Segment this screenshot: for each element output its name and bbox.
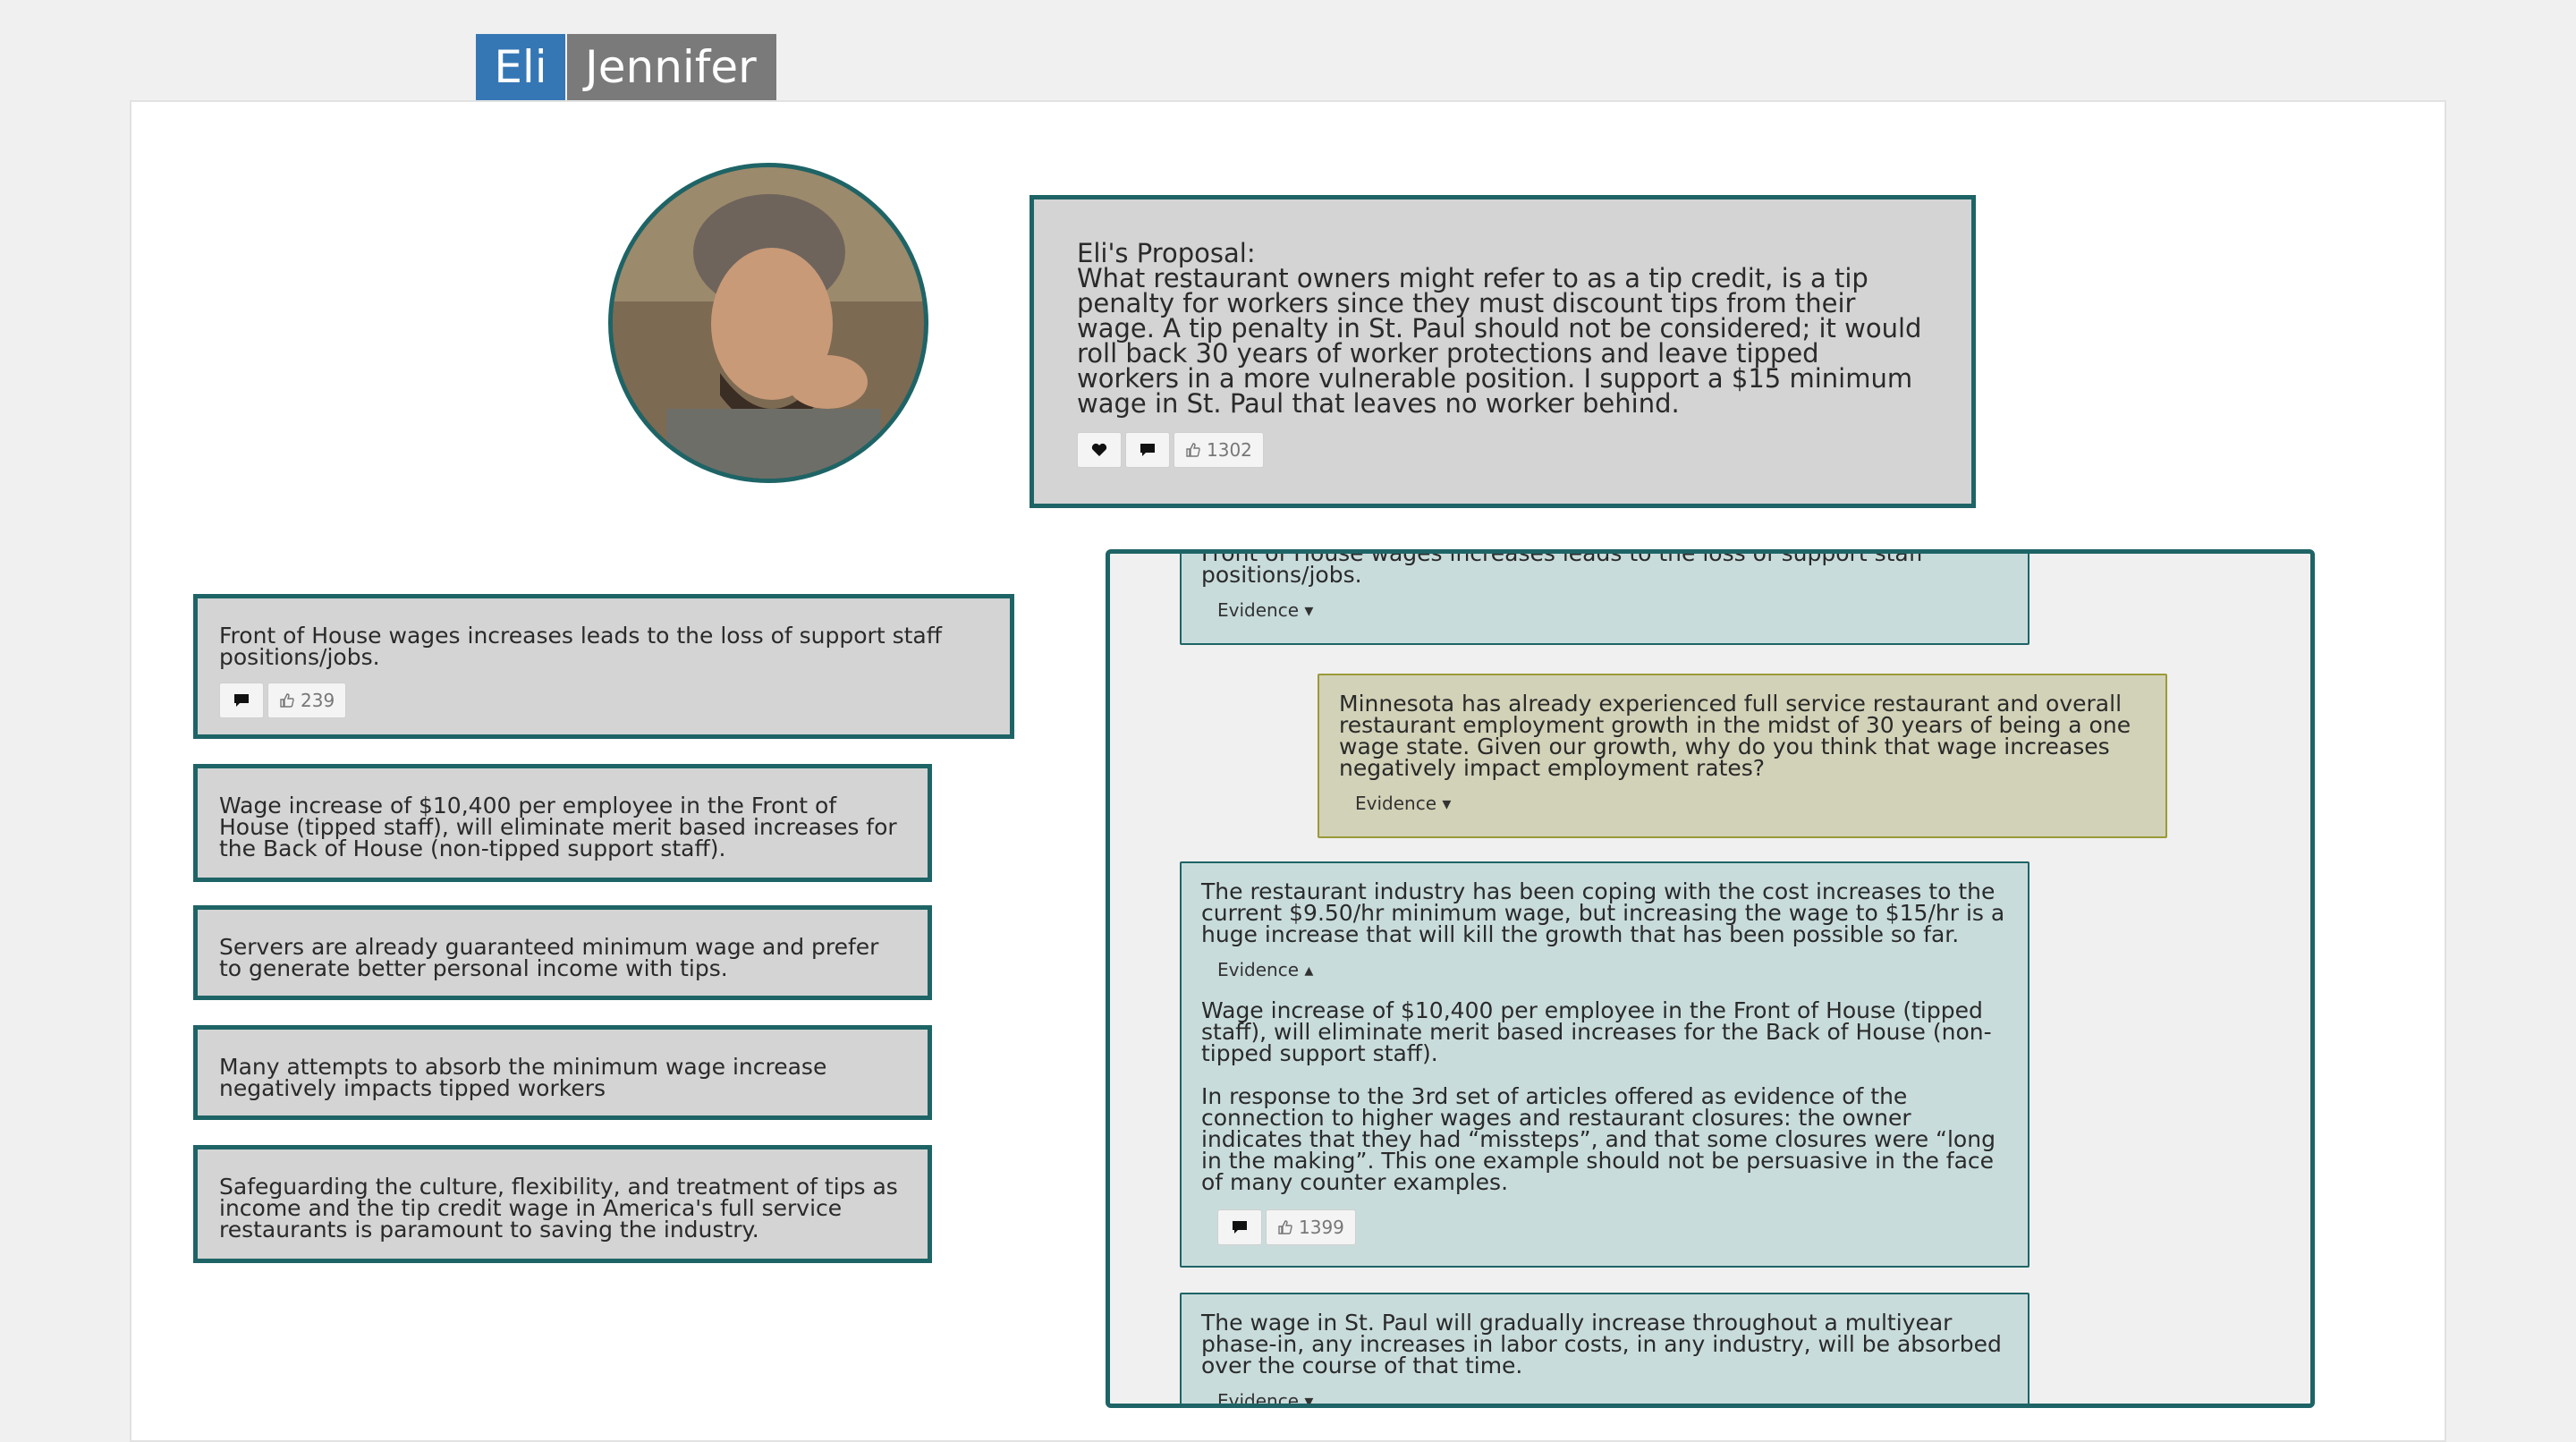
comment-icon: [1140, 444, 1155, 456]
proposal-card: Eli's Proposal: What restaurant owners m…: [1030, 195, 1976, 508]
thread-card-top[interactable]: Front of House wages increases leads to …: [1180, 549, 2029, 645]
comment-button[interactable]: [1125, 432, 1170, 468]
thread-response-card[interactable]: The restaurant industry has been coping …: [1180, 861, 2029, 1268]
caret-down-icon: ▾: [1304, 599, 1314, 621]
upvote-button[interactable]: 239: [267, 683, 347, 718]
upvote-count: 1399: [1299, 1217, 1344, 1238]
left-card-1[interactable]: Front of House wages increases leads to …: [193, 594, 1014, 739]
thread-question-card[interactable]: Minnesota has already experienced full s…: [1318, 674, 2167, 838]
evidence-toggle[interactable]: Evidence ▾: [1217, 1390, 1314, 1408]
response-actions: 1399: [1217, 1209, 2008, 1245]
proposal-text: What restaurant owners might refer to as…: [1077, 263, 1922, 419]
comment-button[interactable]: [1217, 1209, 1262, 1245]
upvote-button[interactable]: 1302: [1174, 432, 1264, 468]
tab-jennifer[interactable]: Jennifer: [567, 34, 776, 100]
evidence-toggle[interactable]: Evidence ▾: [1217, 599, 1313, 621]
upvote-button[interactable]: 1399: [1266, 1209, 1356, 1245]
evidence-label: Evidence: [1217, 959, 1300, 980]
card-text: Front of House wages increases leads to …: [219, 623, 942, 670]
caret-up-icon: ▴: [1304, 959, 1314, 980]
evidence-label: Evidence: [1217, 599, 1300, 621]
thumbs-up-icon: [280, 693, 294, 708]
proposal-title: Eli's Proposal:: [1077, 238, 1256, 268]
evidence-toggle[interactable]: Evidence ▴: [1217, 959, 1313, 980]
response-text: The restaurant industry has been coping …: [1201, 878, 2005, 947]
proposal-actions: 1302: [1077, 432, 1928, 468]
card-text: Safeguarding the culture, flexibility, a…: [219, 1174, 898, 1243]
card-actions: 239: [219, 683, 988, 718]
caret-down-icon: ▾: [1304, 1390, 1314, 1408]
comment-icon: [1233, 1221, 1247, 1234]
thread-card-bottom[interactable]: The wage in St. Paul will gradually incr…: [1180, 1293, 2029, 1408]
card-text: The wage in St. Paul will gradually incr…: [1201, 1310, 2002, 1378]
thumbs-up-icon: [1186, 443, 1200, 457]
left-card-5[interactable]: Safeguarding the culture, flexibility, a…: [193, 1145, 932, 1263]
tab-eli[interactable]: Eli: [476, 34, 565, 100]
thumbs-up-icon: [1278, 1220, 1292, 1234]
left-card-4[interactable]: Many attempts to absorb the minimum wage…: [193, 1025, 932, 1120]
card-text: Many attempts to absorb the minimum wage…: [219, 1054, 827, 1101]
comment-icon: [234, 694, 249, 707]
discussion-thread[interactable]: Front of House wages increases leads to …: [1106, 549, 2315, 1408]
upvote-count: 239: [301, 690, 335, 711]
card-text: Servers are already guaranteed minimum w…: [219, 934, 879, 981]
avatar: [608, 163, 928, 483]
left-card-3[interactable]: Servers are already guaranteed minimum w…: [193, 905, 932, 1000]
card-text: Wage increase of $10,400 per employee in…: [219, 793, 897, 861]
evidence-toggle[interactable]: Evidence ▾: [1355, 793, 1451, 814]
like-button[interactable]: [1077, 432, 1122, 468]
avatar-photo: [613, 167, 924, 479]
heart-icon: [1091, 443, 1107, 456]
card-text: Front of House wages increases leads to …: [1201, 549, 1924, 588]
evidence-label: Evidence: [1355, 793, 1437, 814]
rebuttal-text: In response to the 3rd set of articles o…: [1201, 1083, 1996, 1195]
evidence-item-text: Wage increase of $10,400 per employee in…: [1201, 997, 1992, 1066]
question-text: Minnesota has already experienced full s…: [1339, 691, 2131, 781]
left-card-2[interactable]: Wage increase of $10,400 per employee in…: [193, 764, 932, 882]
caret-down-icon: ▾: [1442, 793, 1452, 814]
evidence-label: Evidence: [1217, 1390, 1300, 1408]
upvote-count: 1302: [1207, 439, 1252, 461]
comment-button[interactable]: [219, 683, 264, 718]
